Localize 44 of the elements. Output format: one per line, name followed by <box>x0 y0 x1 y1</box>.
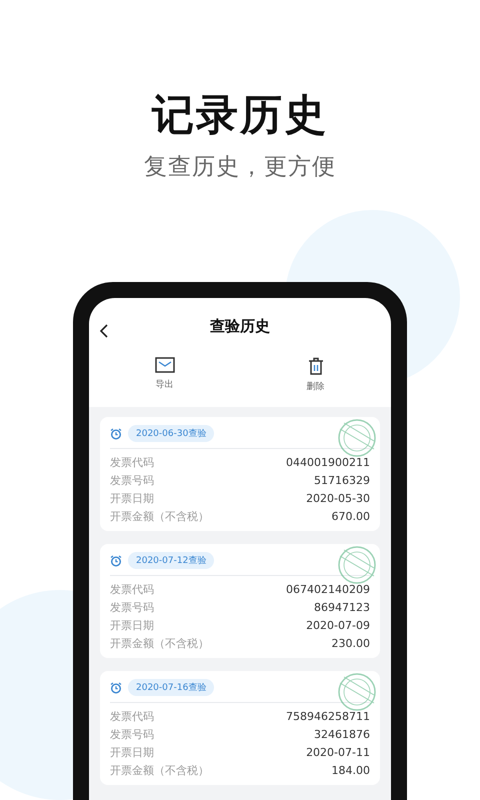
record-card[interactable]: 2020-07-12查验 发票代码 067402140209 发票号码 86947123 开票日期 2020-07-09 开票金额（不含税） 230.00 <box>100 544 380 658</box>
trash-icon <box>308 357 324 375</box>
record-card[interactable]: 2020-07-16查验 发票代码 758946258711 发票号码 32461876 开票日期 2020-07-11 开票金额（不含税） 184.00 <box>100 671 380 785</box>
field-value: 044001900211 <box>286 456 370 468</box>
field-label: 开票日期 <box>110 490 154 506</box>
field-label: 开票金额（不含税） <box>110 636 209 650</box>
field-label: 开票金额（不含税） <box>110 762 209 778</box>
field-label: 开票日期 <box>110 744 154 760</box>
field-value: 670.00 <box>332 510 370 522</box>
field-value: 230.00 <box>332 636 370 650</box>
field-value: 51716329 <box>314 474 370 486</box>
field-value: 2020-07-09 <box>306 618 370 632</box>
field-label: 发票代码 <box>110 708 154 724</box>
alarm-clock-icon <box>110 682 122 694</box>
field-value: 758946258711 <box>286 710 370 722</box>
field-label: 发票号码 <box>110 472 154 488</box>
date-tag: 2020-06-30查验 <box>128 425 214 442</box>
delete-button[interactable]: 删除 <box>240 354 391 407</box>
field-value: 184.00 <box>332 764 370 776</box>
stamp-icon <box>336 544 378 586</box>
stamp-icon <box>336 417 378 459</box>
stamp-icon <box>336 671 378 713</box>
field-label: 发票号码 <box>110 726 154 742</box>
subtitle: 复查历史，更方便 <box>144 153 336 182</box>
field-value: 86947123 <box>314 600 370 614</box>
field-value: 067402140209 <box>286 582 370 596</box>
field-label: 发票代码 <box>110 582 154 596</box>
date-tag: 2020-07-16查验 <box>128 679 214 696</box>
alarm-clock-icon <box>110 428 122 440</box>
export-button[interactable]: 导出 <box>89 354 240 407</box>
date-tag: 2020-07-12查验 <box>128 552 214 569</box>
mail-icon <box>154 357 174 373</box>
record-card[interactable]: 2020-06-30查验 发票代码 044001900211 发票号码 51716329 开票日期 2020-05-30 开票金额（不含税） 670.00 <box>100 417 380 531</box>
field-value: 2020-05-30 <box>306 492 370 504</box>
field-label: 开票日期 <box>110 618 154 632</box>
field-label: 开票金额（不含税） <box>110 508 209 524</box>
field-value: 2020-07-11 <box>306 746 370 758</box>
back-icon[interactable] <box>99 324 108 338</box>
field-label: 发票代码 <box>110 454 154 470</box>
screen-title: 查验历史 <box>210 316 270 336</box>
alarm-clock-icon <box>110 554 122 566</box>
field-value: 32461876 <box>314 728 370 740</box>
field-label: 发票号码 <box>110 600 154 614</box>
headline: 记录历史 <box>152 89 328 141</box>
